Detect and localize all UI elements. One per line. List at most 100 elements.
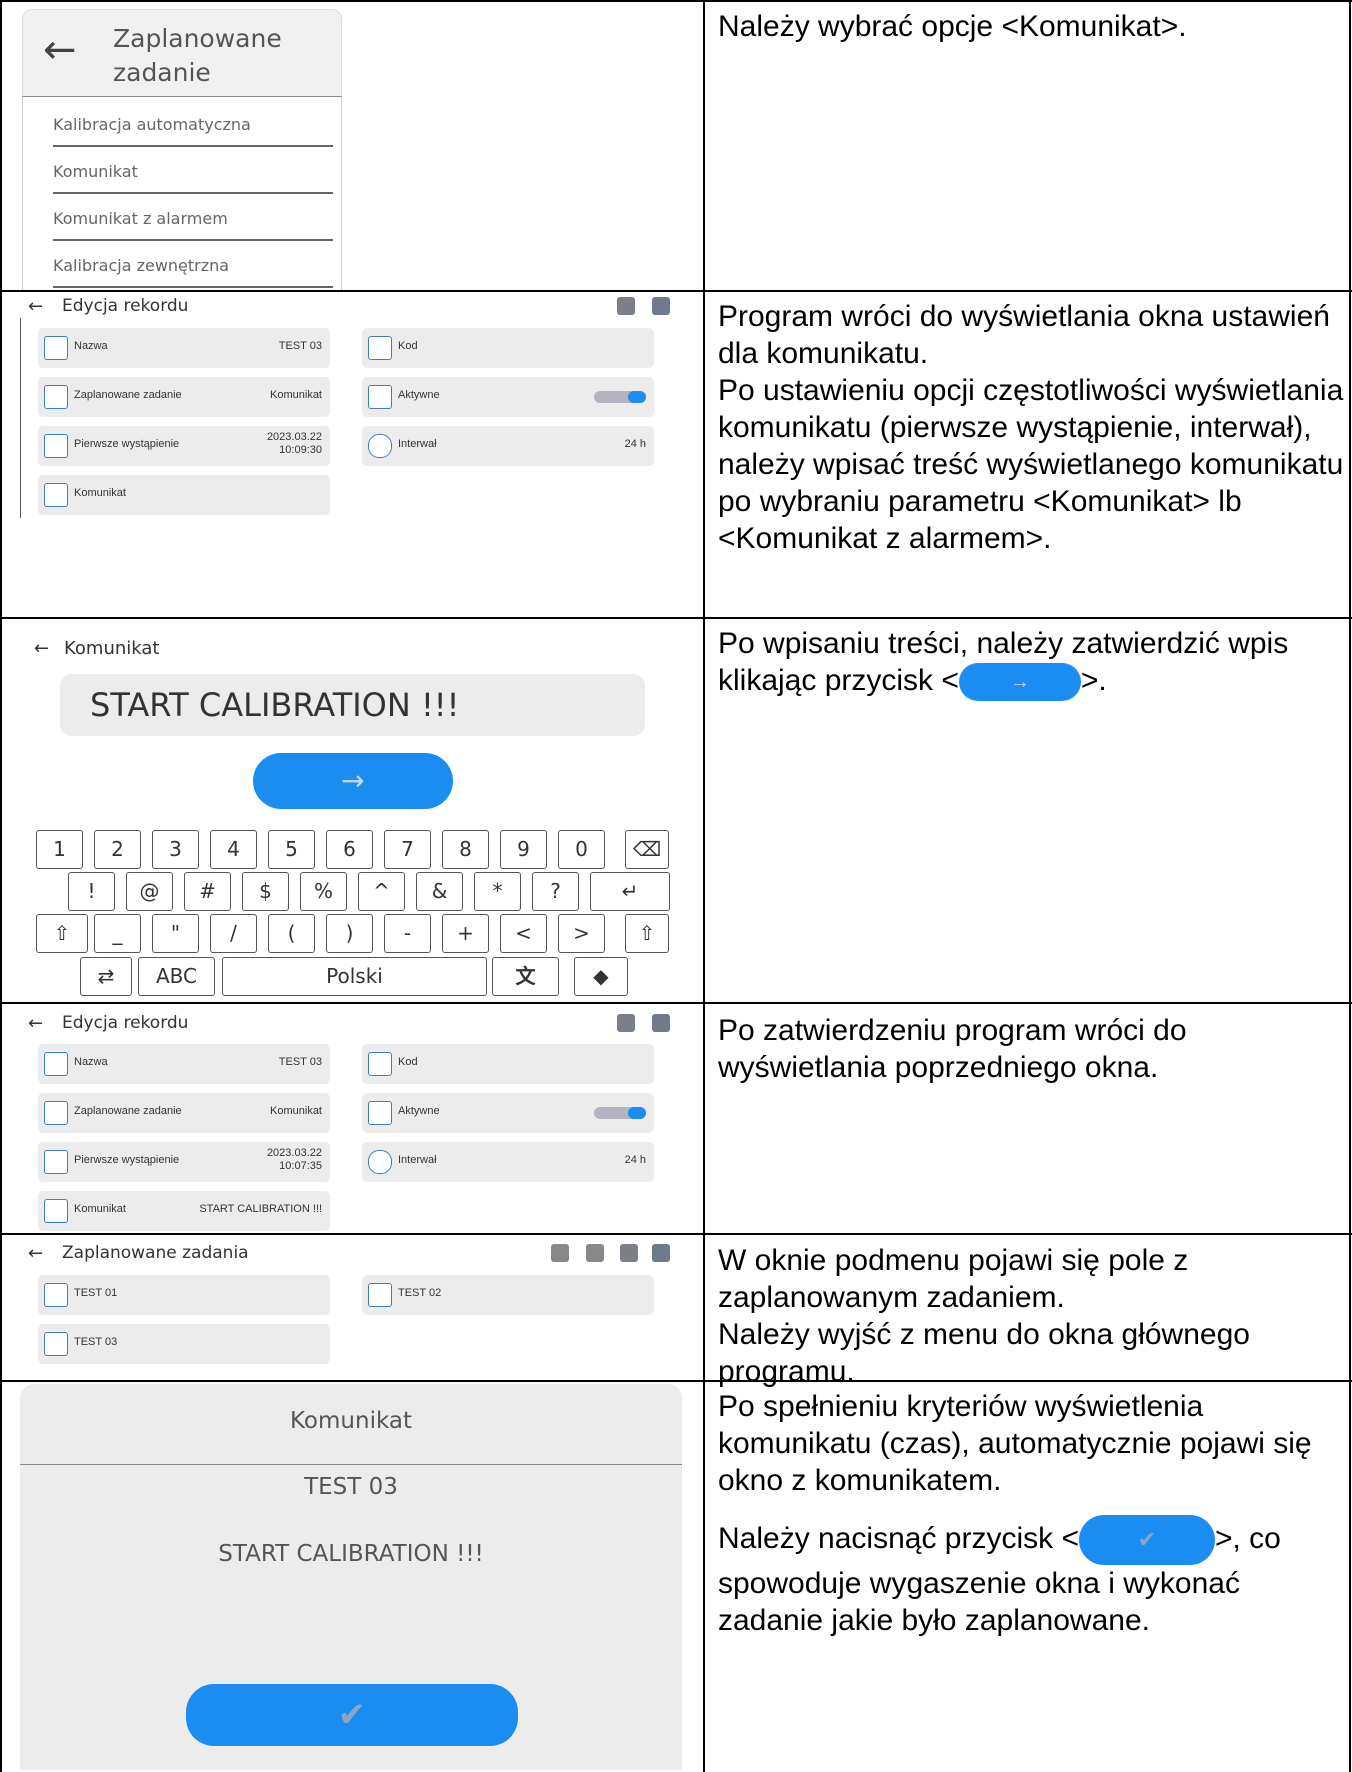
key-row2-4[interactable]: % — [300, 872, 347, 911]
document-icon — [44, 385, 68, 409]
key-row1-1[interactable]: 2 — [94, 830, 141, 869]
tile-first-occurrence[interactable]: Pierwsze wystąpienie 2023.03.22 10:09:30 — [38, 426, 330, 466]
tile-active[interactable]: Aktywne — [362, 1093, 654, 1133]
row2-description: Program wróci do wyświetlania okna ustaw… — [718, 298, 1348, 557]
menu-title: Zaplanowane zadanie — [113, 24, 282, 87]
shift-key-left[interactable]: ⇧ — [36, 914, 88, 953]
print-icon[interactable] — [617, 1014, 635, 1032]
key-row2-2[interactable]: # — [184, 872, 231, 911]
eraser-key[interactable]: ◆ — [574, 957, 628, 996]
edit-icon[interactable] — [652, 297, 670, 315]
back-arrow-icon[interactable]: ← — [28, 1243, 43, 1264]
confirm-arrow-button[interactable]: → — [253, 753, 453, 809]
key-row3-7[interactable]: < — [500, 914, 547, 953]
description-text: Po zatwierdzeniu program wróci do wyświe… — [718, 1014, 1187, 1084]
confirm-check-button[interactable]: ✔ — [186, 1684, 518, 1746]
key-row1-4[interactable]: 5 — [268, 830, 315, 869]
key-row1-2[interactable]: 3 — [152, 830, 199, 869]
tile-value: Komunikat — [270, 1105, 322, 1117]
menu-item-message-alarm[interactable]: Komunikat z alarmem — [53, 209, 228, 228]
key-row1-3[interactable]: 4 — [210, 830, 257, 869]
key-row3-4[interactable]: ) — [326, 914, 373, 953]
divider — [53, 145, 333, 147]
key-row3-3[interactable]: ( — [268, 914, 315, 953]
description-text: Należy wyjść z menu do okna głównego pro… — [718, 1318, 1250, 1388]
search-name-icon[interactable] — [551, 1244, 569, 1262]
shift-key-right[interactable]: ⇧ — [625, 914, 669, 953]
description-text-before: Należy nacisnąć przycisk < — [718, 1521, 1079, 1555]
screen-title: Edycja rekordu — [62, 296, 189, 316]
key-row3-5[interactable]: - — [384, 914, 431, 953]
key-row1-8[interactable]: 9 — [500, 830, 547, 869]
tile-interval[interactable]: Interwał 24 h — [362, 1142, 654, 1182]
time-value: 10:09:30 — [279, 444, 322, 456]
screen-title: Zaplanowane zadania — [62, 1243, 249, 1263]
key-row2-5[interactable]: ^ — [358, 872, 405, 911]
tile-first-occurrence[interactable]: Pierwsze wystąpienie 2023.03.22 10:07:35 — [38, 1142, 330, 1182]
tile-name[interactable]: Nazwa TEST 03 — [38, 328, 330, 368]
task-item[interactable]: TEST 03 — [38, 1324, 330, 1364]
key-row1-7[interactable]: 8 — [442, 830, 489, 869]
tile-message[interactable]: Komunikat START CALIBRATION !!! — [38, 1191, 330, 1231]
key-row3-0[interactable]: _ — [94, 914, 141, 953]
translate-key[interactable]: 文 — [492, 957, 559, 996]
key-row2-0[interactable]: ! — [68, 872, 115, 911]
description-text: Po wpisaniu treści, należy zatwierdzić w… — [718, 625, 1348, 702]
print-icon[interactable] — [617, 297, 635, 315]
screen-title: Edycja rekordu — [62, 1013, 189, 1033]
tile-active[interactable]: Aktywne — [362, 377, 654, 417]
back-arrow-icon[interactable]: ← — [28, 1013, 43, 1034]
row5-description: W oknie podmenu pojawi się pole z zaplan… — [718, 1242, 1348, 1390]
active-toggle[interactable] — [594, 1107, 646, 1119]
key-row2-6[interactable]: & — [416, 872, 463, 911]
row3-description: Po wpisaniu treści, należy zatwierdzić w… — [718, 625, 1348, 702]
key-row2-7[interactable]: * — [474, 872, 521, 911]
key-row2-8[interactable]: ? — [532, 872, 579, 911]
language-key[interactable]: Polski — [222, 957, 487, 996]
back-arrow-icon[interactable]: ← — [43, 30, 77, 70]
edit-icon[interactable] — [652, 1014, 670, 1032]
menu-item-message[interactable]: Komunikat — [53, 162, 138, 181]
tile-label: Nazwa — [74, 1056, 108, 1068]
key-row1-6[interactable]: 7 — [384, 830, 431, 869]
task-item[interactable]: TEST 01 — [38, 1275, 330, 1315]
tile-scheduled-task[interactable]: Zaplanowane zadanie Komunikat — [38, 377, 330, 417]
add-icon[interactable] — [620, 1244, 638, 1262]
row-divider — [0, 617, 1352, 619]
menu-item-auto-calibration[interactable]: Kalibracja automatyczna — [53, 115, 251, 134]
tile-code[interactable]: Kod — [362, 1044, 654, 1084]
key-row1-0[interactable]: 1 — [36, 830, 83, 869]
abc-key[interactable]: ABC — [138, 957, 215, 996]
tile-interval[interactable]: Interwał 24 h — [362, 426, 654, 466]
task-item[interactable]: TEST 02 — [362, 1275, 654, 1315]
table-border-right — [1349, 0, 1351, 1772]
tile-scheduled-task[interactable]: Zaplanowane zadanie Komunikat — [38, 1093, 330, 1133]
menu-item-external-calibration[interactable]: Kalibracja zewnętrzna — [53, 256, 229, 275]
key-row2-3[interactable]: $ — [242, 872, 289, 911]
task-label: TEST 01 — [74, 1287, 118, 1299]
enter-key[interactable]: ↵ — [590, 872, 670, 911]
search-code-icon[interactable] — [586, 1244, 604, 1262]
row4-description: Po zatwierdzeniu program wróci do wyświe… — [718, 1012, 1348, 1086]
switch-layout-key[interactable]: ⇄ — [80, 957, 132, 996]
key-row3-6[interactable]: + — [442, 914, 489, 953]
translate-icon: 文 — [515, 964, 536, 988]
key-row3-2[interactable]: / — [210, 914, 257, 953]
edit-icon[interactable] — [652, 1244, 670, 1262]
key-row3-1[interactable]: " — [152, 914, 199, 953]
tile-code[interactable]: Kod — [362, 328, 654, 368]
key-row1-9[interactable]: 0 — [558, 830, 605, 869]
key-row3-8[interactable]: > — [558, 914, 605, 953]
switch-arrows-icon: ⇄ — [97, 964, 115, 988]
message-input[interactable]: START CALIBRATION !!! — [60, 674, 645, 736]
tile-label: Pierwsze wystąpienie — [74, 438, 180, 450]
backspace-key[interactable]: ⌫ — [625, 830, 669, 869]
active-toggle[interactable] — [594, 391, 646, 403]
key-row1-5[interactable]: 6 — [326, 830, 373, 869]
tile-message[interactable]: Komunikat — [38, 475, 330, 515]
key-row2-1[interactable]: @ — [126, 872, 173, 911]
back-arrow-icon[interactable]: ← — [34, 638, 49, 659]
tile-label: Aktywne — [398, 389, 440, 401]
tile-name[interactable]: Nazwa TEST 03 — [38, 1044, 330, 1084]
back-arrow-icon[interactable]: ← — [28, 296, 43, 317]
